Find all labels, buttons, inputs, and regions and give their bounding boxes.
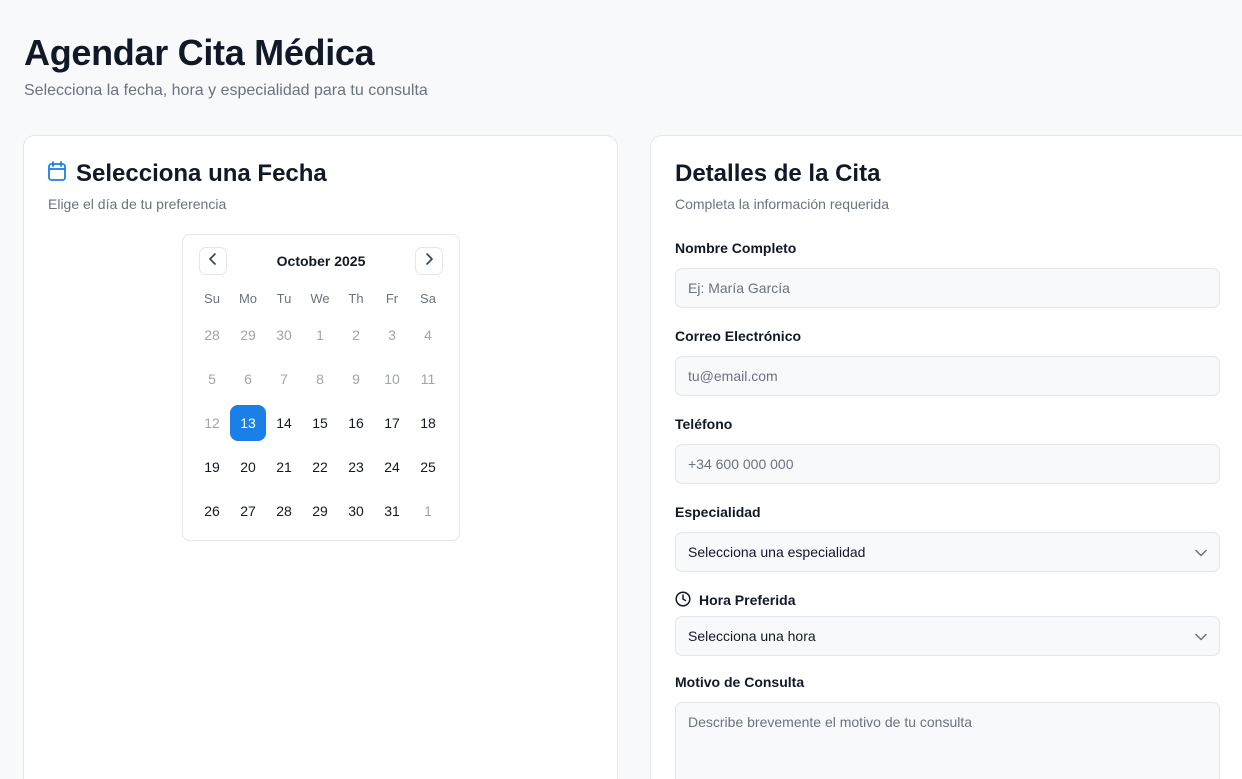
page-title: Agendar Cita Médica <box>24 32 375 73</box>
calendar-day[interactable]: 27 <box>230 493 266 529</box>
date-card: Selecciona una Fecha Elige el día de tu … <box>23 135 618 779</box>
email-field-group: Correo Electrónico tu@email.com <box>675 328 1220 396</box>
calendar-day[interactable]: 30 <box>338 493 374 529</box>
weekday-header: Su <box>204 291 220 306</box>
calendar-day[interactable]: 22 <box>302 449 338 485</box>
date-card-title: Selecciona una Fecha <box>48 160 327 188</box>
calendar-day[interactable]: 28 <box>266 493 302 529</box>
calendar-day[interactable]: 1 <box>410 493 446 529</box>
details-card: Detalles de la Cita Completa la informac… <box>650 135 1242 779</box>
appointment-form: Nombre Completo Ej: María García Correo … <box>675 240 1220 779</box>
calendar-day-selected[interactable]: 13 <box>230 405 266 441</box>
calendar-day[interactable]: 19 <box>194 449 230 485</box>
calendar-day[interactable]: 10 <box>374 361 410 397</box>
chevron-down-icon <box>1195 544 1207 560</box>
chevron-right-icon <box>424 252 434 270</box>
phone-label: Teléfono <box>675 416 733 432</box>
name-label: Nombre Completo <box>675 240 797 256</box>
specialty-select-value: Selecciona una especialidad <box>688 544 866 560</box>
weekday-header: Mo <box>238 291 258 306</box>
calendar-grid: Su Mo Tu We Th Fr Sa 28 29 30 1 2 3 4 5 6 7 8 9 10 11 12 13 14 1… <box>194 289 446 529</box>
calendar-day[interactable]: 1 <box>302 317 338 353</box>
specialty-field-group: Especialidad Selecciona una especialidad <box>675 504 1220 572</box>
time-label-text: Hora Preferida <box>699 592 796 608</box>
weekday-header: Th <box>348 291 364 306</box>
calendar-day[interactable]: 3 <box>374 317 410 353</box>
calendar-icon <box>48 160 66 188</box>
calendar-day[interactable]: 29 <box>230 317 266 353</box>
phone-field-group: Teléfono +34 600 000 000 <box>675 416 1220 484</box>
calendar-day[interactable]: 30 <box>266 317 302 353</box>
calendar-day[interactable]: 2 <box>338 317 374 353</box>
clock-icon <box>675 590 691 610</box>
calendar-day[interactable]: 4 <box>410 317 446 353</box>
calendar: October 2025 Su Mo Tu We Th Fr Sa 28 29 30 1 2 3 4 5 6 7… <box>182 234 460 541</box>
calendar-day[interactable]: 15 <box>302 405 338 441</box>
email-label: Correo Electrónico <box>675 328 802 344</box>
weekday-header: Tu <box>276 291 292 306</box>
name-placeholder: Ej: María García <box>688 280 790 296</box>
calendar-day[interactable]: 11 <box>410 361 446 397</box>
next-month-button[interactable] <box>415 247 443 275</box>
calendar-day[interactable]: 9 <box>338 361 374 397</box>
weekday-header: Fr <box>385 291 399 306</box>
calendar-day[interactable]: 7 <box>266 361 302 397</box>
details-card-description: Completa la información requerida <box>675 196 889 212</box>
calendar-day[interactable]: 12 <box>194 405 230 441</box>
details-card-title: Detalles de la Cita <box>675 160 881 187</box>
calendar-day[interactable]: 28 <box>194 317 230 353</box>
calendar-day[interactable]: 23 <box>338 449 374 485</box>
calendar-day[interactable]: 26 <box>194 493 230 529</box>
calendar-day[interactable]: 21 <box>266 449 302 485</box>
calendar-day[interactable]: 25 <box>410 449 446 485</box>
calendar-day[interactable]: 31 <box>374 493 410 529</box>
name-field-group: Nombre Completo Ej: María García <box>675 240 1220 308</box>
calendar-day[interactable]: 17 <box>374 405 410 441</box>
calendar-day[interactable]: 8 <box>302 361 338 397</box>
phone-placeholder: +34 600 000 000 <box>688 456 794 472</box>
specialty-select[interactable]: Selecciona una especialidad <box>675 532 1220 572</box>
page-subtitle: Selecciona la fecha, hora y especialidad… <box>24 82 428 99</box>
page-header: Agendar Cita Médica Selecciona la fecha,… <box>24 32 428 100</box>
calendar-day[interactable]: 29 <box>302 493 338 529</box>
reason-textarea[interactable]: Describe brevemente el motivo de tu cons… <box>675 702 1220 779</box>
time-label: Hora Preferida <box>675 590 1220 610</box>
calendar-day[interactable]: 20 <box>230 449 266 485</box>
email-placeholder: tu@email.com <box>688 368 778 384</box>
time-field-group: Hora Preferida Selecciona una hora <box>675 590 1220 656</box>
calendar-day[interactable]: 16 <box>338 405 374 441</box>
name-input[interactable]: Ej: María García <box>675 268 1220 308</box>
reason-label: Motivo de Consulta <box>675 674 805 690</box>
reason-placeholder: Describe brevemente el motivo de tu cons… <box>688 714 973 730</box>
reason-field-group: Motivo de Consulta Describe brevemente e… <box>675 674 1220 779</box>
calendar-day[interactable]: 18 <box>410 405 446 441</box>
specialty-label: Especialidad <box>675 504 761 520</box>
weekday-header: We <box>310 291 330 306</box>
phone-input[interactable]: +34 600 000 000 <box>675 444 1220 484</box>
time-select-value: Selecciona una hora <box>688 628 816 644</box>
calendar-day[interactable]: 6 <box>230 361 266 397</box>
date-card-title-text: Selecciona una Fecha <box>76 160 327 187</box>
time-select[interactable]: Selecciona una hora <box>675 616 1220 656</box>
weekday-header: Sa <box>420 291 436 306</box>
chevron-down-icon <box>1195 628 1207 644</box>
email-input[interactable]: tu@email.com <box>675 356 1220 396</box>
calendar-day[interactable]: 5 <box>194 361 230 397</box>
calendar-day[interactable]: 24 <box>374 449 410 485</box>
date-card-description: Elige el día de tu preferencia <box>48 196 227 212</box>
calendar-day[interactable]: 14 <box>266 405 302 441</box>
